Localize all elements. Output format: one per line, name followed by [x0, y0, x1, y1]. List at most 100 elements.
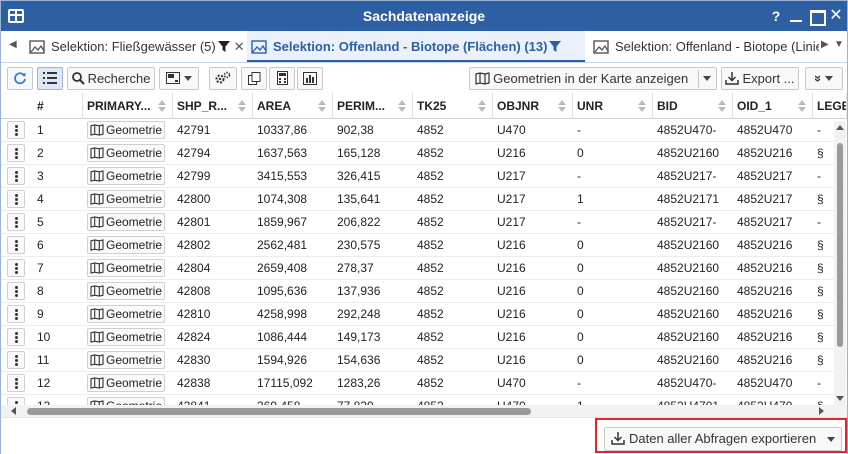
table-cell: 8: [37, 284, 44, 298]
column-header[interactable]: #: [33, 93, 83, 119]
table-cell: 1594,926: [257, 353, 308, 367]
map-selection-icon: [29, 40, 45, 54]
table-cell: 326,415: [337, 169, 381, 183]
scroll-up-icon[interactable]: [836, 125, 844, 130]
table-cell: 4852: [417, 284, 444, 298]
geometry-button-label: Geometrie: [106, 192, 163, 206]
table-cell: 4852U2160: [657, 261, 720, 275]
minimize-button[interactable]: [787, 6, 805, 26]
refresh-button[interactable]: [7, 67, 33, 90]
tab-fliessgewaesser[interactable]: Selektion: Fließgewässer (5) ✕: [29, 31, 243, 62]
tab-scroll-right-icon[interactable]: ▶: [821, 39, 829, 50]
table-cell: §: [817, 192, 824, 206]
tab-scroll-left-icon[interactable]: ◀: [9, 39, 17, 50]
scroll-down-icon[interactable]: [836, 396, 844, 401]
sort-icon[interactable]: [718, 100, 726, 112]
vertical-scroll-thumb[interactable]: [837, 143, 843, 347]
table-row[interactable]: Geometrie1342841369,45877,8394852U470148…: [1, 395, 847, 405]
column-header[interactable]: BID: [653, 93, 733, 119]
copy-button[interactable]: [241, 67, 267, 90]
column-header[interactable]: AREA: [253, 93, 333, 119]
column-header[interactable]: OID_1: [733, 93, 813, 119]
table-cell: 4852U217: [737, 215, 793, 229]
column-header[interactable]: LEGE: [813, 93, 847, 119]
table-row[interactable]: Geometrie 9 42810 4258,998 292,248 4852 U216 0 4…: [1, 303, 847, 326]
sort-icon[interactable]: [238, 100, 246, 112]
sort-icon[interactable]: [398, 100, 406, 112]
close-button[interactable]: ✕: [827, 6, 845, 26]
refresh-icon: [14, 72, 26, 85]
sort-icon[interactable]: [798, 100, 806, 112]
row-menu-button[interactable]: [7, 167, 25, 185]
horizontal-scrollbar[interactable]: [1, 405, 847, 417]
vertical-scrollbar[interactable]: [834, 121, 846, 405]
column-header-label: BID: [657, 99, 678, 113]
tab-list-menu-icon[interactable]: ▼: [834, 39, 844, 50]
table-row[interactable]: Geometrie 5 42801 1859,967 206,822 4852 U217-4…: [1, 211, 847, 234]
table-row[interactable]: Geometrie 4 42800 1074,308 135,641 4852 U217 1 4…: [1, 188, 847, 211]
export-button[interactable]: Export ...: [721, 67, 799, 90]
table-cell: -: [817, 215, 821, 229]
download-icon: [725, 72, 740, 85]
table-cell: 0: [577, 284, 584, 298]
row-menu-button[interactable]: [7, 397, 25, 405]
table-row[interactable]: Geometrie 1 42791 10337,86 902,38 4852 U470-48…: [1, 119, 847, 142]
scroll-left-icon[interactable]: [11, 407, 16, 415]
column-header[interactable]: PRIMARY...: [83, 93, 173, 119]
row-menu-button[interactable]: [7, 213, 25, 231]
row-menu-button[interactable]: [7, 144, 25, 162]
maximize-button[interactable]: [807, 6, 826, 26]
row-menu-button[interactable]: [7, 328, 25, 346]
column-header[interactable]: UNR: [573, 93, 653, 119]
row-menu-button[interactable]: [7, 190, 25, 208]
row-numbers-toggle[interactable]: [37, 67, 63, 90]
table-row[interactable]: Geometrie 2 42794 1637,563 165,128 4852 U216 0 4…: [1, 142, 847, 165]
table-cell: §: [817, 238, 824, 252]
column-header[interactable]: TK25: [413, 93, 493, 119]
row-menu-button[interactable]: [7, 121, 25, 139]
table-row[interactable]: Geometrie 3 42799 3415,553 326,415 4852 U217-4…: [1, 165, 847, 188]
settings-button[interactable]: [209, 67, 237, 90]
export-all-queries-button[interactable]: Daten aller Abfragen exportieren: [604, 427, 842, 451]
row-menu-button[interactable]: [7, 282, 25, 300]
table-cell: 0: [577, 330, 584, 344]
sort-icon[interactable]: [318, 100, 326, 112]
calculator-button[interactable]: [269, 67, 295, 90]
sort-icon[interactable]: [638, 100, 646, 112]
row-menu-button[interactable]: [7, 305, 25, 323]
tab-close-icon[interactable]: ✕: [234, 31, 243, 62]
footer: Daten aller Abfragen exportieren: [1, 417, 847, 454]
row-menu-button[interactable]: [7, 351, 25, 369]
help-button[interactable]: ?: [767, 6, 785, 26]
table-cell: 4852U2160: [657, 284, 720, 298]
row-menu-button[interactable]: [7, 236, 25, 254]
sort-icon[interactable]: [558, 100, 566, 112]
sort-icon[interactable]: [158, 100, 166, 112]
view-dropdown-button[interactable]: [159, 67, 199, 90]
table-cell: §: [817, 353, 824, 367]
table-row[interactable]: Geometrie 6 42802 2562,481 230,575 4852 U216 0 4…: [1, 234, 847, 257]
scroll-right-icon[interactable]: [819, 407, 824, 415]
table-cell: 149,173: [337, 330, 381, 344]
horizontal-scroll-thumb[interactable]: [27, 408, 531, 415]
geometry-button-label: Geometrie: [106, 376, 163, 390]
show-geometries-button[interactable]: Geometrien in der Karte anzeigen: [469, 67, 717, 90]
table-cell: 1095,636: [257, 284, 308, 298]
row-menu-button[interactable]: [7, 259, 25, 277]
table-row[interactable]: Geometrie 8 42808 1095,636 137,936 4852 U216 0 4…: [1, 280, 847, 303]
sort-icon[interactable]: [478, 100, 486, 112]
row-menu-button[interactable]: [7, 374, 25, 392]
tab-offenland-linien[interactable]: Selektion: Offenland - Biotope (Linien): [593, 31, 819, 62]
table-row[interactable]: Geometrie 10 42824 1086,444 149,173 4852 U216 0…: [1, 326, 847, 349]
column-header[interactable]: PERIM...: [333, 93, 413, 119]
table-row[interactable]: Geometrie 11 42830 1594,926 154,636 4852 U216 0…: [1, 349, 847, 372]
column-header[interactable]: SHP_R...: [173, 93, 253, 119]
table-cell: 42804: [177, 261, 211, 275]
column-header[interactable]: OBJNR: [493, 93, 573, 119]
search-button[interactable]: Recherche: [67, 67, 155, 90]
table-row[interactable]: Geometrie 12 42838 17115,092 1283,26 4852 U470…: [1, 372, 847, 395]
tab-offenland-flaechen[interactable]: Selektion: Offenland - Biotope (Flächen)…: [247, 31, 585, 62]
table-row[interactable]: Geometrie 7 42804 2659,408 278,37 4852 U216 0 48…: [1, 257, 847, 280]
more-menu-button[interactable]: »: [805, 67, 843, 90]
statistics-button[interactable]: [297, 67, 323, 90]
